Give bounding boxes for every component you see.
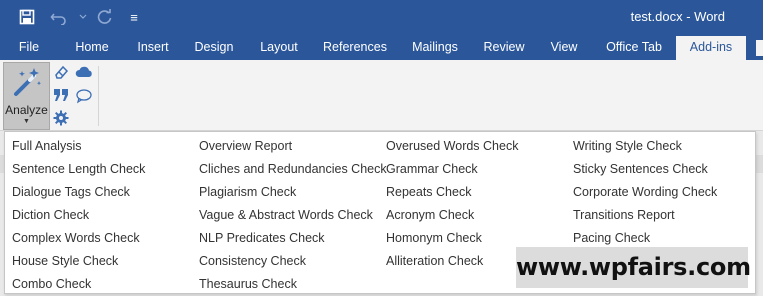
menu-item-nlp-predicates-check[interactable]: NLP Predicates Check (199, 230, 325, 246)
tab-view[interactable]: View (544, 36, 584, 60)
menu-item-transitions-report[interactable]: Transitions Report (573, 207, 675, 223)
menu-item-house-style-check[interactable]: House Style Check (12, 253, 118, 269)
menu-item-repeats-check[interactable]: Repeats Check (386, 184, 471, 200)
menu-item-writing-style-check[interactable]: Writing Style Check (573, 138, 682, 154)
menu-item-full-analysis[interactable]: Full Analysis (12, 138, 81, 154)
chevron-down-icon: ▼ (23, 118, 30, 125)
menu-item-complex-words-check[interactable]: Complex Words Check (12, 230, 140, 246)
menu-item-vague-abstract-words-check[interactable]: Vague & Abstract Words Check (199, 207, 373, 223)
gear-icon[interactable] (53, 110, 69, 126)
cloud-icon[interactable] (75, 64, 92, 80)
tab-file[interactable]: File (8, 36, 50, 60)
menu-item-combo-check[interactable]: Combo Check (12, 276, 91, 292)
quote-icon[interactable] (53, 87, 69, 103)
menu-item-cliches-and-redundancies-check[interactable]: Cliches and Redundancies Check (199, 161, 387, 177)
magic-wand-icon (14, 68, 41, 96)
window-title: test.docx - Word (630, 9, 725, 24)
menu-item-dialogue-tags-check[interactable]: Dialogue Tags Check (12, 184, 130, 200)
menu-item-diction-check[interactable]: Diction Check (12, 207, 89, 223)
tab-references[interactable]: References (319, 36, 391, 60)
menu-item-thesaurus-check[interactable]: Thesaurus Check (199, 276, 297, 292)
watermark-text: www.wpfairs.com (516, 253, 751, 281)
ribbon-panel: Analyze ▼ (0, 60, 763, 131)
menu-item-acronym-check[interactable]: Acronym Check (386, 207, 474, 223)
analyze-button[interactable]: Analyze ▼ (3, 62, 50, 130)
tab-home[interactable]: Home (66, 36, 118, 60)
menu-item-alliteration-check[interactable]: Alliteration Check (386, 253, 483, 269)
menu-item-pacing-check[interactable]: Pacing Check (573, 230, 650, 246)
menu-item-overused-words-check[interactable]: Overused Words Check (386, 138, 518, 154)
tab-design[interactable]: Design (188, 36, 240, 60)
watermark: www.wpfairs.com (516, 247, 751, 288)
menu-item-overview-report[interactable]: Overview Report (199, 138, 292, 154)
customize-qat-icon[interactable]: ≡ (124, 6, 144, 28)
menu-item-sticky-sentences-check[interactable]: Sticky Sentences Check (573, 161, 708, 177)
save-icon[interactable] (14, 6, 40, 28)
tab-office-tab[interactable]: Office Tab (598, 36, 670, 60)
analyze-label: Analyze (5, 103, 48, 117)
tab-overflow-hint (756, 40, 763, 56)
menu-item-corporate-wording-check[interactable]: Corporate Wording Check (573, 184, 717, 200)
title-bar: ≡ test.docx - Word (0, 0, 763, 36)
tab-add-ins[interactable]: Add-ins (676, 36, 746, 60)
menu-item-plagiarism-check[interactable]: Plagiarism Check (199, 184, 296, 200)
chevron-down-icon[interactable] (78, 6, 88, 28)
quick-access-toolbar: ≡ (14, 6, 150, 28)
tab-review[interactable]: Review (478, 36, 530, 60)
eraser-icon[interactable] (53, 64, 69, 80)
menu-item-grammar-check[interactable]: Grammar Check (386, 161, 478, 177)
tab-layout[interactable]: Layout (254, 36, 304, 60)
tab-mailings[interactable]: Mailings (405, 36, 465, 60)
menu-item-homonym-check[interactable]: Homonym Check (386, 230, 482, 246)
menu-item-consistency-check[interactable]: Consistency Check (199, 253, 306, 269)
menu-item-sentence-length-check[interactable]: Sentence Length Check (12, 161, 145, 177)
tab-insert[interactable]: Insert (130, 36, 176, 60)
ribbon-divider (98, 66, 99, 126)
redo-icon[interactable] (92, 6, 118, 28)
undo-icon[interactable] (46, 6, 72, 28)
comment-icon[interactable] (75, 88, 92, 104)
ribbon-tabs: File Home Insert Design Layout Reference… (0, 36, 763, 60)
